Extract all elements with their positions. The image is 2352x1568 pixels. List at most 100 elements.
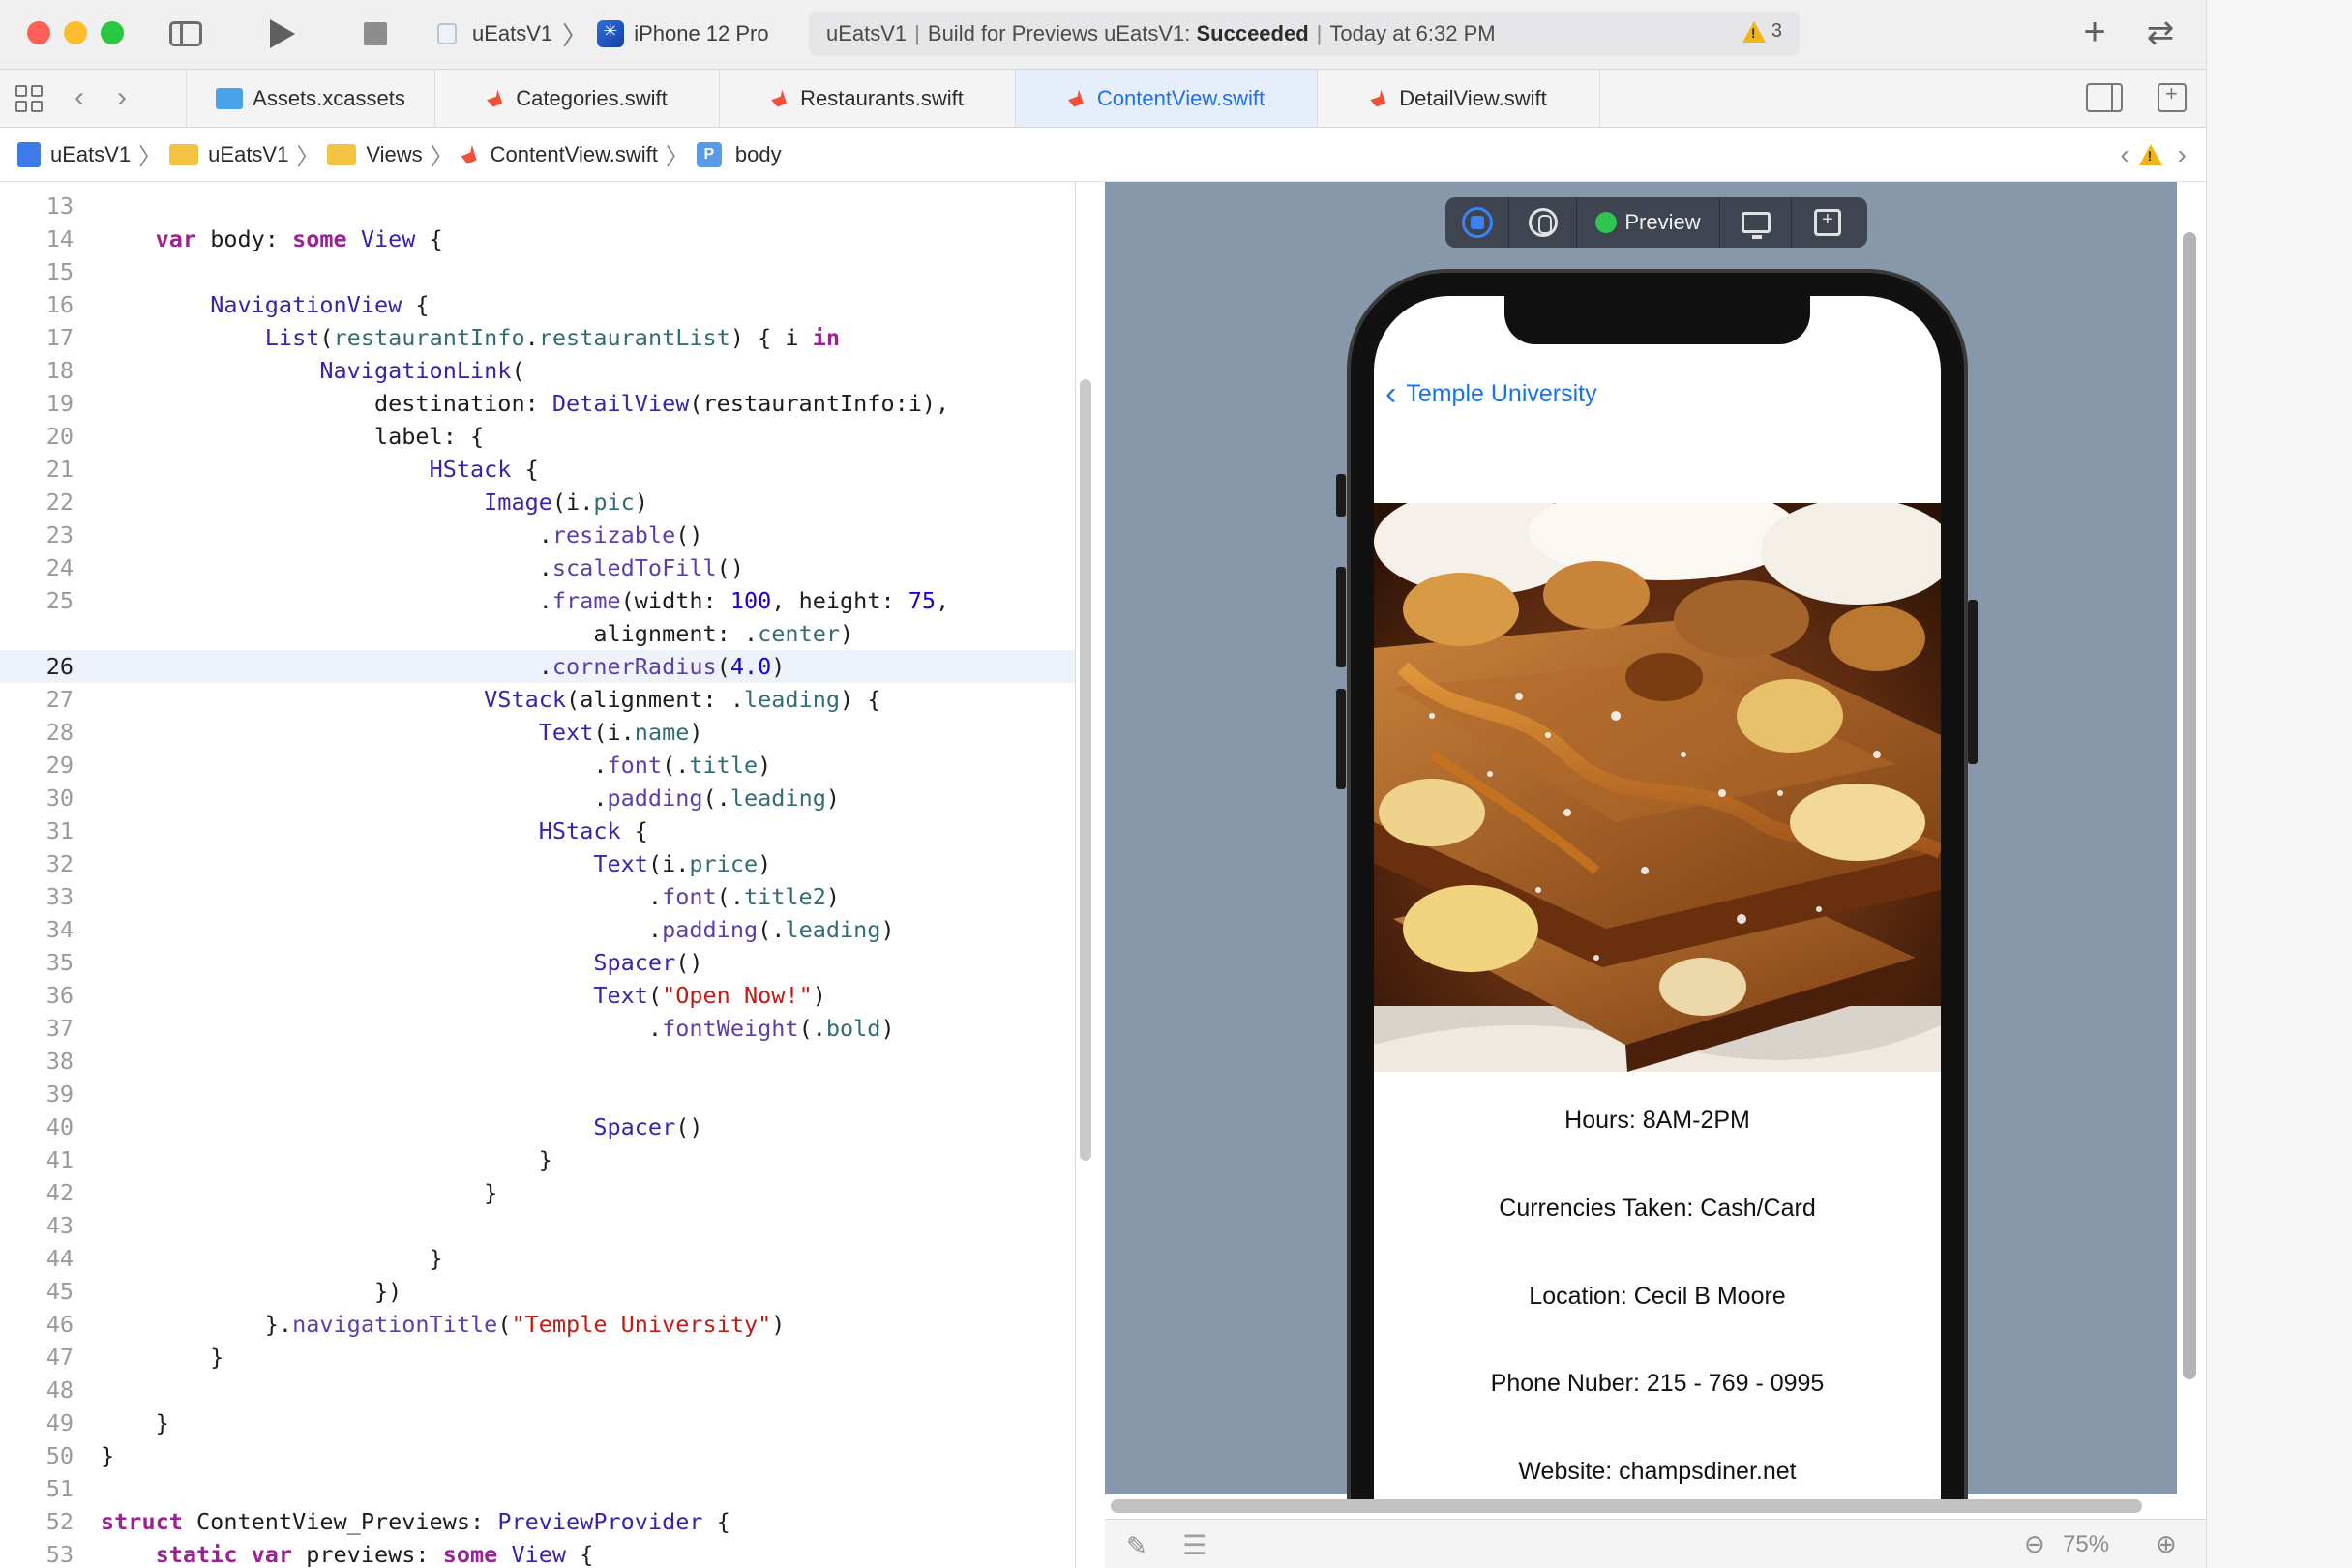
code-line[interactable]: 45 }) [0,1275,1075,1308]
code-line[interactable]: 30 .padding(.leading) [0,782,1075,814]
next-issue-chevron-icon[interactable]: › [2178,139,2187,170]
back-chevron-icon[interactable]: ‹ [68,81,91,114]
code-line[interactable]: 39 [0,1078,1075,1110]
code-line[interactable]: 28 Text(i.name) [0,716,1075,749]
tab-restaurants[interactable]: Restaurants.swift [720,70,1016,127]
nav-back-button[interactable]: ‹ Temple University [1385,377,1597,410]
zoom-window-button[interactable] [101,21,124,44]
scheme-selector[interactable]: uEatsV1 〉 iPhone 12 Pro [437,15,769,52]
code-line[interactable]: 49 } [0,1406,1075,1439]
navigator-toggle-button[interactable] [166,15,205,52]
code-line[interactable]: 47 } [0,1341,1075,1374]
selectable-mode-button[interactable] [1509,197,1577,248]
code-line[interactable]: 21 HStack { [0,453,1075,486]
adjust-icon[interactable]: ☰ [1182,1529,1206,1561]
code-line[interactable]: 27 VStack(alignment: .leading) { [0,683,1075,716]
code-line[interactable]: 32 Text(i.price) [0,847,1075,880]
breadcrumb-label: Views [366,141,423,166]
code-line[interactable]: 48 [0,1374,1075,1406]
code-line[interactable]: 18 NavigationLink( [0,354,1075,387]
code-line[interactable]: 44 } [0,1242,1075,1275]
code-line[interactable]: 43 [0,1209,1075,1242]
line-number: 50 [45,1442,74,1469]
canvas-horizontal-scrollbar[interactable] [1111,1499,2142,1513]
breadcrumb-folder[interactable]: Views [327,141,423,167]
code-line[interactable]: 25 .frame(width: 100, height: 75, [0,584,1075,617]
run-button[interactable] [263,15,302,52]
minimize-window-button[interactable] [64,21,87,44]
device-settings-button[interactable] [1720,197,1792,248]
code-line[interactable]: 17 List(restaurantInfo.restaurantList) {… [0,321,1075,354]
breadcrumb-file[interactable]: ContentView.swift [461,142,658,167]
activity-scheme: uEatsV1 [826,21,908,45]
duplicate-preview-button[interactable] [1792,197,1863,248]
library-add-button[interactable]: + [2076,13,2113,52]
pin-icon[interactable]: ✎ [1126,1531,1147,1561]
tab-categories[interactable]: Categories.swift [435,70,720,127]
code-text: List(restaurantInfo.restaurantList) { i … [264,324,841,351]
code-line[interactable]: 15 [0,255,1075,288]
phone-screen[interactable]: ‹ Temple University Hours: 8AM-2PM Curre… [1374,296,1941,1499]
tab-detailview[interactable]: DetailView.swift [1318,70,1600,127]
code-line[interactable]: 26 .cornerRadius(4.0) [0,650,1075,683]
code-line[interactable]: 13 [0,190,1075,222]
warnings-indicator[interactable]: 3 [1742,20,1782,43]
code-line[interactable]: 36 Text("Open Now!") [0,979,1075,1012]
code-line[interactable]: 14 var body: some View { [0,222,1075,255]
editor-options-icon[interactable] [2086,83,2123,112]
breadcrumb-group[interactable]: uEatsV1 [169,142,288,167]
tab-assets[interactable]: Assets.xcassets [186,70,435,127]
source-editor[interactable]: 13 14 var body: some View {15 16 Navigatio… [0,182,1076,1568]
code-line[interactable]: 46 }.navigationTitle("Temple University"… [0,1308,1075,1341]
code-line[interactable]: 38 [0,1045,1075,1078]
live-preview-button[interactable] [1445,197,1509,248]
forward-chevron-icon[interactable]: › [110,81,134,114]
code-line[interactable]: 31 HStack { [0,814,1075,847]
code-line[interactable]: 29 .font(.title) [0,749,1075,782]
stop-button[interactable] [356,15,395,52]
code-line[interactable]: 50} [0,1439,1075,1472]
code-line[interactable]: 40 Spacer() [0,1110,1075,1143]
warning-icon[interactable] [2138,144,2162,165]
line-number: 49 [45,1409,74,1436]
code-text: } [101,1409,169,1436]
code-line[interactable]: 35 Spacer() [0,946,1075,979]
phone-notch [1504,296,1810,344]
zoom-in-icon[interactable]: ⊕ [2156,1529,2177,1559]
code-review-button[interactable]: ⇄ [2138,14,2183,52]
zoom-out-icon[interactable]: ⊖ [2024,1529,2045,1559]
code-line[interactable]: 20 label: { [0,420,1075,453]
breadcrumb-project[interactable]: uEatsV1 [17,141,131,167]
code-line[interactable]: 52 struct ContentView_Previews: PreviewPr… [0,1505,1075,1538]
code-line[interactable]: 41 } [0,1143,1075,1176]
code-line[interactable]: 23 .resizable() [0,518,1075,551]
code-line[interactable]: 51 [0,1472,1075,1505]
device-name[interactable]: iPhone 12 Pro [634,21,768,46]
previous-issue-chevron-icon[interactable]: ‹ [2120,139,2129,170]
line-number: 14 [45,225,74,252]
code-line[interactable]: 42 } [0,1176,1075,1209]
preview-status-button[interactable]: Preview [1577,197,1720,248]
line-number: 26 [45,653,74,680]
code-line[interactable]: 33 .font(.title2) [0,880,1075,913]
add-editor-icon[interactable] [2158,81,2187,112]
activity-viewer[interactable]: uEatsV1 | Build for Previews uEatsV1: Su… [809,12,1800,56]
code-line[interactable]: 22 Image(i.pic) [0,486,1075,518]
code-line[interactable]: 19 destination: DetailView(restaurantInf… [0,387,1075,420]
tab-contentview[interactable]: ContentView.swift [1016,70,1318,127]
canvas-vertical-scrollbar[interactable] [2183,232,2196,1379]
code-line[interactable]: 16 NavigationView { [0,288,1075,321]
code-text: }) [101,1278,402,1305]
code-line[interactable]: 24 .scaledToFill() [0,551,1075,584]
code-line[interactable]: 34 .padding(.leading) [0,913,1075,946]
code-line[interactable]: 37 .fontWeight(.bold) [0,1012,1075,1045]
editor-scrollbar[interactable] [1080,379,1091,1161]
code-text: } [101,1344,224,1371]
code-text: .font(.title) [101,752,772,779]
code-line-wrap[interactable]: alignment: .center) [0,617,1075,650]
close-window-button[interactable] [27,21,50,44]
code-line[interactable]: 53 static var previews: some View { [0,1538,1075,1568]
breadcrumb-symbol[interactable]: P body [696,141,782,167]
line-number: 47 [45,1344,74,1371]
related-items-icon[interactable] [15,85,43,112]
